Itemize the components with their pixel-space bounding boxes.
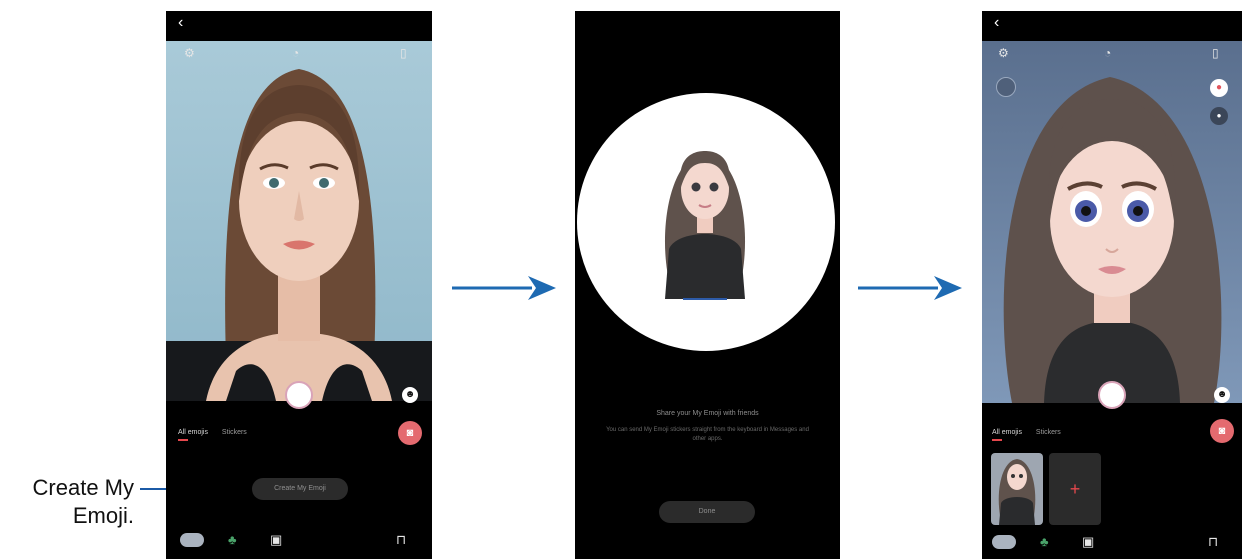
tab-stickers[interactable]: Stickers — [222, 429, 247, 436]
back-icon[interactable]: ‹ — [994, 15, 999, 31]
my-emoji-avatar-large — [982, 41, 1242, 403]
create-my-emoji-callout: Create My Emoji. — [0, 474, 134, 530]
tab-all-emojis[interactable]: All emojis — [178, 429, 208, 436]
camera-mode-bar: ♣ ▣ ⊓ — [166, 521, 432, 559]
status-bar: ‹ — [982, 11, 1242, 41]
my-emoji-camera-preview — [982, 41, 1242, 403]
camera-top-bar: ⚙ ◔ ▯ — [166, 41, 432, 71]
avatar-mode-icon[interactable]: ● — [1210, 79, 1228, 97]
mask-mode-icon[interactable]: ● — [1210, 107, 1228, 125]
arrow-right-icon — [452, 276, 556, 300]
background-option-icon[interactable] — [996, 77, 1016, 97]
done-button[interactable]: Done — [659, 501, 755, 523]
sticker-gallery-icon[interactable]: ▣ — [270, 533, 282, 546]
phone-screen-my-emoji: ‹ ⚙ ◔ ▯ ● ● ☻ All emojis Stickers ◙ + ♣ … — [982, 11, 1242, 559]
dino-emoji-icon[interactable]: ♣ — [228, 533, 237, 546]
my-emoji-avatar-thumb[interactable] — [180, 533, 204, 547]
sticker-face-icon[interactable]: ☻ — [1214, 387, 1230, 403]
shutter-button[interactable] — [1098, 381, 1126, 409]
aspect-ratio-icon[interactable]: ▯ — [400, 47, 407, 59]
callout-line-1: Create My — [32, 475, 134, 500]
emoji-studio-button[interactable]: ◙ — [398, 421, 422, 445]
sticker-face-icon[interactable]: ☻ — [402, 387, 418, 403]
camera-mode-bar: ♣ ▣ ⊓ — [982, 527, 1242, 559]
emoji-tabs: All emojis Stickers — [992, 429, 1073, 436]
timer-icon[interactable]: ◔ — [292, 47, 299, 59]
dino-emoji-icon[interactable]: ♣ — [1040, 535, 1049, 548]
active-tab-indicator — [992, 439, 1002, 441]
sticker-gallery-icon[interactable]: ▣ — [1082, 535, 1094, 548]
callout-line-2: Emoji. — [72, 503, 134, 528]
shop-icon[interactable]: ⊓ — [1208, 535, 1218, 548]
camera-preview-image — [166, 41, 432, 401]
aspect-ratio-icon[interactable]: ▯ — [1212, 47, 1219, 59]
emoji-tabs: All emojis Stickers — [178, 429, 259, 436]
camera-preview — [166, 41, 432, 401]
add-my-emoji-button[interactable]: + — [1049, 453, 1101, 525]
create-my-emoji-button[interactable]: Create My Emoji — [252, 478, 348, 500]
shop-icon[interactable]: ⊓ — [396, 533, 406, 546]
my-emoji-avatar-image — [664, 151, 746, 300]
settings-icon[interactable]: ⚙ — [184, 47, 195, 59]
phone-screen-camera: ‹ ⚙ ◔ ▯ ☻ All emojis Stickers ◙ Create M… — [166, 11, 432, 559]
tab-stickers[interactable]: Stickers — [1036, 429, 1061, 436]
share-description: You can send My Emoji stickers straight … — [606, 427, 809, 442]
back-icon[interactable]: ‹ — [178, 15, 183, 31]
emoji-studio-button[interactable]: ◙ — [1210, 419, 1234, 443]
my-emoji-avatar-thumb[interactable] — [992, 535, 1016, 549]
my-emoji-thumbnail[interactable] — [991, 453, 1043, 525]
arrow-right-icon — [858, 276, 962, 300]
shutter-button[interactable] — [285, 381, 313, 409]
my-emoji-thumbnail-image — [998, 459, 1036, 525]
camera-top-bar: ⚙ ◔ ▯ — [982, 41, 1242, 71]
tab-all-emojis[interactable]: All emojis — [992, 429, 1022, 436]
share-title: Share your My Emoji with friends — [656, 410, 759, 417]
timer-icon[interactable]: ◔ — [1104, 47, 1111, 59]
phone-screen-share: Share your My Emoji with friends You can… — [575, 11, 840, 559]
status-bar: ‹ — [166, 11, 432, 41]
active-tab-indicator — [178, 439, 188, 441]
settings-icon[interactable]: ⚙ — [998, 47, 1009, 59]
